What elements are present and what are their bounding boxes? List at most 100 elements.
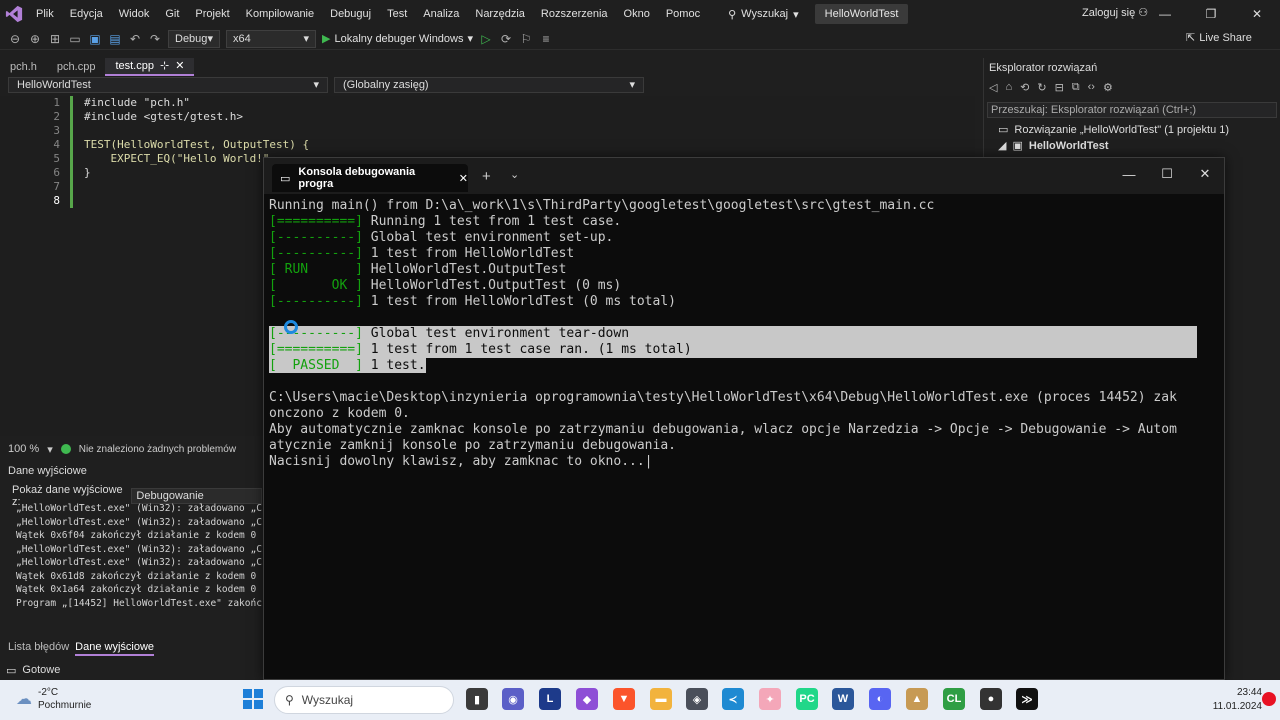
chevron-down-icon: ▾	[47, 443, 53, 456]
new-tab-button[interactable]: +	[482, 168, 491, 185]
chevron-down-icon: ▾	[629, 79, 635, 91]
console-line: Running main() from D:\a\_work\1\s\Third…	[269, 198, 1219, 214]
clock-date: 11.01.2024	[1212, 701, 1262, 712]
platform-select[interactable]: x64 ▾	[226, 29, 316, 48]
teams-icon[interactable]: ◉	[502, 688, 524, 710]
back-icon[interactable]: ⊖	[8, 32, 22, 46]
open-folder-icon[interactable]: ▭	[68, 32, 82, 46]
properties-icon[interactable]: ⚙	[1103, 81, 1113, 94]
maximize-button[interactable]: ❐	[1188, 0, 1234, 28]
system-clock[interactable]: 23:44 11.01.2024	[1208, 686, 1262, 714]
menu-item-extensions[interactable]: Rozszerzenia	[533, 0, 616, 28]
menu-item-analyze[interactable]: Analiza	[415, 0, 467, 28]
app-red-icon[interactable]: ●	[980, 688, 1002, 710]
console-output[interactable]: Running main() from D:\a\_work\1\s\Third…	[269, 198, 1219, 470]
maximize-button[interactable]: ☐	[1148, 158, 1186, 190]
menu-item-help[interactable]: Pomoc	[658, 0, 708, 28]
windows-start-icon[interactable]	[242, 688, 264, 710]
visual-studio-icon[interactable]: ◆	[576, 688, 598, 710]
bookmark-icon[interactable]: ⚐	[519, 32, 533, 46]
tree-item-project[interactable]: ◢ ▣ HelloWorldTest	[998, 138, 1229, 154]
menu-item-file[interactable]: Plik	[28, 0, 62, 28]
menu-item-build[interactable]: Kompilowanie	[238, 0, 322, 28]
collapse-icon[interactable]: ⊟	[1055, 81, 1064, 94]
close-icon[interactable]: ✕	[459, 172, 468, 185]
home-icon[interactable]: ⌂	[1005, 81, 1012, 94]
pycharm-icon[interactable]: PC	[796, 688, 818, 710]
menu-item-git[interactable]: Git	[157, 0, 187, 28]
live-share-button[interactable]: ⇱ Live Share	[1186, 31, 1252, 45]
forward-icon[interactable]: ⊕	[28, 32, 42, 46]
refresh-icon[interactable]: ↻	[1037, 81, 1046, 94]
close-button[interactable]: ✕	[1234, 0, 1280, 28]
close-button[interactable]: ✕	[1186, 158, 1224, 190]
back-icon[interactable]: ◁	[989, 81, 997, 94]
menu-item-edit[interactable]: Edycja	[62, 0, 111, 28]
game-icon[interactable]: ▲	[906, 688, 928, 710]
file-explorer-icon[interactable]: ▬	[650, 688, 672, 710]
menu-item-project[interactable]: Projekt	[187, 0, 237, 28]
close-icon[interactable]: ✕	[175, 57, 184, 75]
undo-icon[interactable]: ↶	[128, 32, 142, 46]
menu-item-debug[interactable]: Debuguj	[322, 0, 379, 28]
project-dropdown[interactable]: HelloWorldTest ▾	[8, 77, 328, 93]
configuration-select[interactable]: Debug ▾	[168, 29, 220, 48]
run-without-debug-icon[interactable]: ▷	[479, 32, 493, 46]
task-view-icon[interactable]: ▮	[466, 688, 488, 710]
console-tab[interactable]: ▭ Konsola debugowania progra ✕	[272, 164, 468, 192]
minimize-button[interactable]: —	[1142, 0, 1188, 28]
sync-icon[interactable]: ⟲	[1020, 81, 1029, 94]
save-all-icon[interactable]: ▤	[108, 32, 122, 46]
console-line-text: Running main() from D:\a\_work\1\s\Third…	[269, 198, 935, 213]
tab-test-cpp[interactable]: test.cpp ⊹ ✕	[105, 57, 195, 76]
save-icon[interactable]: ▣	[88, 32, 102, 46]
brave-browser-icon[interactable]: ▼	[613, 688, 635, 710]
scope-dropdown[interactable]: (Globalny zasięg) ▾	[334, 77, 644, 93]
tab-pch-cpp[interactable]: pch.cpp	[47, 58, 106, 76]
taskbar-search-box[interactable]: ⚲ Wyszukaj	[274, 686, 454, 714]
solution-explorer-search-input[interactable]: Przeszukaj: Eksplorator rozwiązań (Ctrl+…	[987, 102, 1277, 118]
menu-item-tools[interactable]: Narzędzia	[467, 0, 533, 28]
output-line: „HelloWorldTest.exe" (Win32): załadowano…	[16, 516, 262, 528]
notification-icon[interactable]	[1262, 692, 1276, 706]
tree-item-solution[interactable]: ▭ Rozwiązanie „HelloWorldTest" (1 projek…	[998, 122, 1229, 138]
redo-icon[interactable]: ↷	[148, 32, 162, 46]
console-line: [----------] 1 test from HelloWorldTest	[269, 246, 1219, 262]
menu-item-view[interactable]: Widok	[111, 0, 158, 28]
pin-icon[interactable]: ⊹	[160, 57, 169, 75]
sign-in-link[interactable]: Zaloguj się ⚇	[1082, 6, 1148, 19]
menu-item-test[interactable]: Test	[379, 0, 415, 28]
paint-icon[interactable]: ✦	[759, 688, 781, 710]
issues-status[interactable]: Nie znaleziono żadnych problemów	[79, 444, 236, 455]
comment-icon[interactable]: ≡	[539, 32, 553, 46]
tab-error-list[interactable]: Lista błędów	[8, 638, 69, 656]
tab-pch-h[interactable]: pch.h	[0, 58, 47, 76]
editor-tab-strip: pch.h pch.cpp test.cpp ⊹ ✕	[0, 58, 980, 76]
minimize-button[interactable]: —	[1110, 158, 1148, 190]
discord-icon[interactable]: ◐	[869, 688, 891, 710]
zoom-level[interactable]: 100 %	[8, 443, 39, 455]
show-all-icon[interactable]: ⧉	[1072, 81, 1080, 94]
line-number: 3	[53, 124, 60, 137]
code-view-icon[interactable]: ‹›	[1088, 81, 1095, 94]
menu-item-window[interactable]: Okno	[616, 0, 658, 28]
vscode-icon[interactable]: ≺	[722, 688, 744, 710]
console-line-prefix: [----------]	[269, 246, 363, 261]
line-number: 7	[53, 180, 60, 193]
change-indicator-bar	[70, 96, 73, 208]
weather-widget[interactable]: ☁ -2°C Pochmurnie	[16, 686, 91, 712]
chevron-down-icon[interactable]: ⌄	[510, 168, 519, 181]
search-menu[interactable]: ⚲ Wyszukaj ▾	[722, 8, 805, 21]
output-text[interactable]: „HelloWorldTest.exe" (Win32): załadowano…	[16, 502, 262, 610]
bottom-panel-tabs: Lista błędów Dane wyjściowe	[0, 638, 262, 656]
tab-output[interactable]: Dane wyjściowe	[75, 638, 155, 656]
new-project-icon[interactable]: ⊞	[48, 32, 62, 46]
app-l-icon[interactable]: L	[539, 688, 561, 710]
clion-icon[interactable]: CL	[943, 688, 965, 710]
word-icon[interactable]: W	[832, 688, 854, 710]
terminal-icon[interactable]: ≫	[1016, 688, 1038, 710]
code-line: #include "pch.h"	[84, 96, 190, 109]
start-debugging-button[interactable]: ▶ Lokalny debuger Windows ▾	[322, 32, 473, 46]
virtualbox-icon[interactable]: ◈	[686, 688, 708, 710]
hot-reload-icon[interactable]: ⟳	[499, 32, 513, 46]
